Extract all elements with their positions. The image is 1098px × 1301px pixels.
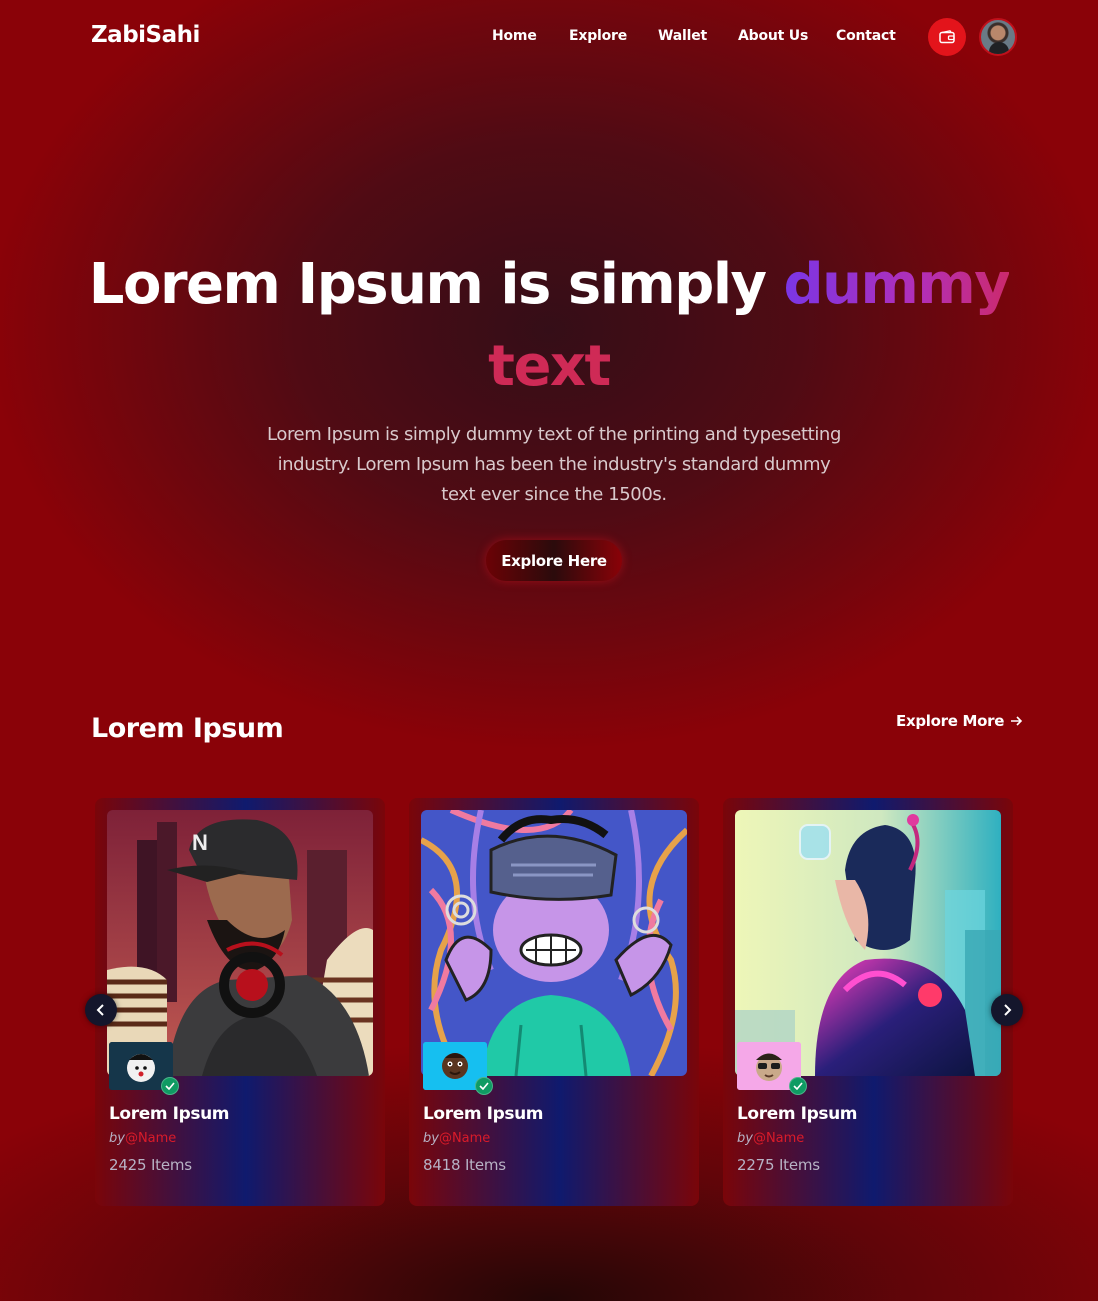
by-label: by xyxy=(737,1131,753,1146)
explore-here-button[interactable]: Explore Here xyxy=(486,540,622,581)
check-icon xyxy=(793,1082,803,1090)
nav-home[interactable]: Home xyxy=(492,28,537,44)
card-item-count: 8418 Items xyxy=(423,1156,506,1174)
card-creator: by@Name xyxy=(737,1131,804,1146)
card-creator: by@Name xyxy=(109,1131,176,1146)
creator-handle[interactable]: @Name xyxy=(125,1131,176,1146)
card-artwork[interactable]: N xyxy=(107,810,373,1076)
hero-title-highlight-2: text xyxy=(488,334,611,399)
nav-contact[interactable]: Contact xyxy=(836,28,896,44)
card-artwork[interactable] xyxy=(421,810,687,1076)
card-title: Lorem Ipsum xyxy=(423,1104,544,1124)
collection-card[interactable]: Lorem Ipsum by@Name 2275 Items xyxy=(723,798,1013,1206)
collection-card[interactable]: Lorem Ipsum by@Name 8418 Items xyxy=(409,798,699,1206)
arrow-right-icon xyxy=(1011,716,1023,726)
card-creator: by@Name xyxy=(423,1131,490,1146)
nav-explore[interactable]: Explore xyxy=(569,28,627,44)
explore-more-label: Explore More xyxy=(896,712,1005,730)
nav-about-us[interactable]: About Us xyxy=(738,28,808,44)
section-title: Lorem Ipsum xyxy=(91,713,284,744)
hero-title: Lorem Ipsum is simply dummy text xyxy=(0,244,1098,408)
creator-handle[interactable]: @Name xyxy=(753,1131,804,1146)
by-label: by xyxy=(423,1131,439,1146)
svg-text:N: N xyxy=(192,830,208,855)
chevron-right-icon xyxy=(1004,1004,1012,1016)
verified-badge xyxy=(475,1077,493,1095)
carousel-prev-button[interactable] xyxy=(85,994,117,1026)
explore-more-link[interactable]: Explore More xyxy=(896,712,1023,730)
nav-wallet[interactable]: Wallet xyxy=(658,28,707,44)
card-title: Lorem Ipsum xyxy=(737,1104,858,1124)
user-avatar[interactable] xyxy=(979,18,1017,56)
check-icon xyxy=(165,1082,175,1090)
check-icon xyxy=(479,1082,489,1090)
verified-badge xyxy=(789,1077,807,1095)
card-item-count: 2425 Items xyxy=(109,1156,192,1174)
card-title: Lorem Ipsum xyxy=(109,1104,230,1124)
hero-title-text: Lorem Ipsum is simply xyxy=(88,252,767,317)
wallet-button[interactable] xyxy=(928,18,966,56)
by-label: by xyxy=(109,1131,125,1146)
collection-card[interactable]: N Lorem Ipsum by@Name 2425 Items xyxy=(95,798,385,1206)
hero-description: Lorem Ipsum is simply dummy text of the … xyxy=(267,424,841,505)
chevron-left-icon xyxy=(96,1004,104,1016)
creator-handle[interactable]: @Name xyxy=(439,1131,490,1146)
card-item-count: 2275 Items xyxy=(737,1156,820,1174)
verified-badge xyxy=(161,1077,179,1095)
hero-title-highlight: dummy xyxy=(783,252,1011,317)
card-artwork[interactable] xyxy=(735,810,1001,1076)
wallet-icon xyxy=(939,30,955,44)
carousel-next-button[interactable] xyxy=(991,994,1023,1026)
